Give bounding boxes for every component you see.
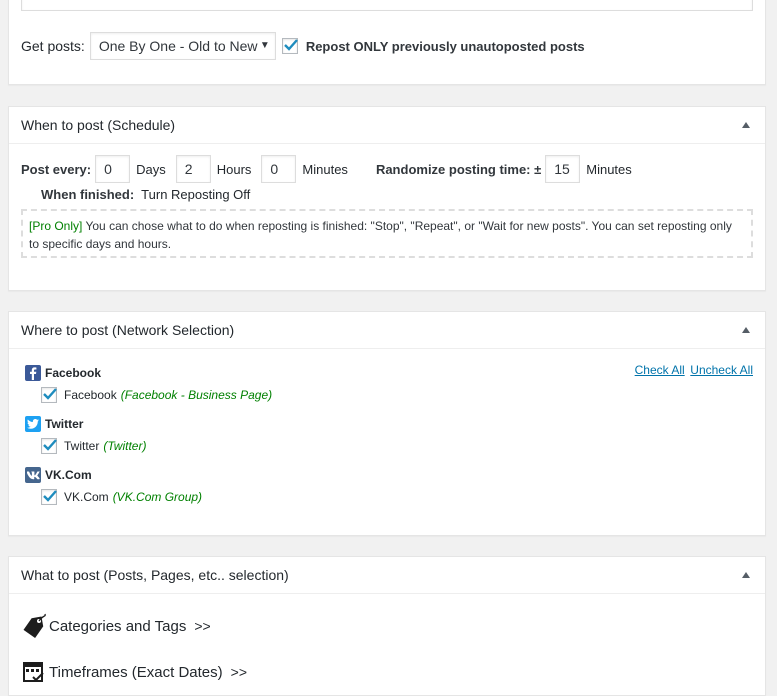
checkmark-icon — [43, 490, 57, 502]
pro-only-notice: [Pro Only] You can chose what to do when… — [21, 209, 753, 258]
days-label: Days — [136, 161, 166, 177]
minutes-input[interactable]: 0 — [261, 155, 297, 183]
vk-account-checkbox[interactable] — [41, 489, 57, 505]
categories-expand-arrows: >> — [194, 618, 211, 634]
repost-only-checkbox[interactable] — [281, 38, 298, 54]
chevron-down-icon: ▼ — [259, 40, 270, 51]
what-to-post-panel: What to post (Posts, Pages, etc.. select… — [8, 556, 766, 696]
randomize-unit-label: Minutes — [586, 161, 632, 177]
facebook-account-checkbox[interactable] — [41, 387, 57, 403]
collapse-arrow-icon[interactable] — [742, 122, 750, 128]
get-posts-select-value: One By One - Old to New — [98, 38, 258, 54]
uncheck-all-link[interactable]: Uncheck All — [690, 363, 753, 377]
get-posts-label: Get posts: — [21, 38, 85, 54]
pro-only-text: You can chose what to do when reposting … — [29, 219, 732, 251]
pro-only-tag: [Pro Only] — [29, 219, 83, 233]
vk-account-label: VK.Com — [64, 490, 109, 504]
post-every-label: Post every: — [21, 161, 92, 177]
facebook-account-label: Facebook — [64, 388, 117, 402]
randomize-input[interactable]: 15 — [545, 155, 581, 183]
days-input[interactable]: 0 — [95, 155, 131, 183]
categories-and-tags-label: Categories and Tags — [49, 617, 187, 635]
twitter-account-label: Twitter — [64, 439, 100, 453]
network-name-twitter: Twitter — [45, 417, 84, 431]
minutes-label: Minutes — [302, 161, 348, 177]
what-panel-header[interactable]: What to post (Posts, Pages, etc.. select… — [9, 557, 765, 594]
schedule-panel: When to post (Schedule) Post every: 0 Da… — [8, 106, 766, 291]
network-account-vk[interactable]: VK.Com (VK.Com Group) — [41, 488, 202, 506]
twitter-account-checkbox[interactable] — [41, 438, 57, 454]
network-name-vk: VK.Com — [45, 468, 92, 482]
network-group-vk: VK.Com — [25, 466, 92, 484]
categories-and-tags-link[interactable]: Categories and Tags >> — [21, 613, 211, 639]
checkmark-icon — [283, 39, 298, 51]
repost-only-label: Repost ONLY previously unautoposted post… — [305, 38, 585, 54]
hours-input[interactable]: 2 — [175, 155, 211, 183]
collapse-arrow-icon[interactable] — [742, 572, 750, 578]
checkmark-icon — [43, 388, 57, 400]
twitter-icon — [25, 416, 41, 432]
post-selection-panel: All Posts Get posts: One By One - Old to… — [8, 0, 766, 85]
calendar-icon — [21, 659, 47, 685]
schedule-panel-title: When to post (Schedule) — [21, 117, 176, 133]
timeframes-label: Timeframes (Exact Dates) — [49, 663, 223, 681]
vk-account-detail: (VK.Com Group) — [112, 490, 203, 504]
timeframes-link[interactable]: Timeframes (Exact Dates) >> — [21, 659, 247, 685]
facebook-icon — [25, 365, 41, 381]
when-finished-label: When finished: — [41, 186, 135, 202]
timeframes-expand-arrows: >> — [230, 664, 248, 680]
what-panel-title: What to post (Posts, Pages, etc.. select… — [21, 567, 289, 583]
schedule-panel-header[interactable]: When to post (Schedule) — [9, 107, 765, 144]
network-account-facebook[interactable]: Facebook (Facebook - Business Page) — [41, 386, 272, 404]
network-panel-header[interactable]: Where to post (Network Selection) — [9, 312, 765, 349]
network-name-facebook: Facebook — [45, 366, 102, 380]
check-all-link[interactable]: Check All — [635, 363, 685, 377]
facebook-account-detail: (Facebook - Business Page) — [120, 388, 273, 402]
post-type-field[interactable]: All Posts — [21, 0, 753, 11]
network-account-twitter[interactable]: Twitter (Twitter) — [41, 437, 146, 455]
checkmark-icon — [43, 439, 57, 451]
get-posts-select[interactable]: One By One - Old to New ▼ — [89, 32, 276, 60]
network-panel: Where to post (Network Selection) Check … — [8, 311, 766, 536]
when-finished-value: Turn Reposting Off — [141, 186, 251, 202]
network-panel-title: Where to post (Network Selection) — [21, 322, 235, 338]
network-group-twitter: Twitter — [25, 415, 83, 433]
hours-label: Hours — [216, 161, 252, 177]
tag-icon — [21, 613, 47, 639]
twitter-account-detail: (Twitter) — [103, 439, 147, 453]
collapse-arrow-icon[interactable] — [742, 327, 750, 333]
network-group-facebook: Facebook — [25, 364, 101, 382]
randomize-label: Randomize posting time: ± — [375, 161, 542, 177]
vk-icon — [25, 467, 41, 483]
